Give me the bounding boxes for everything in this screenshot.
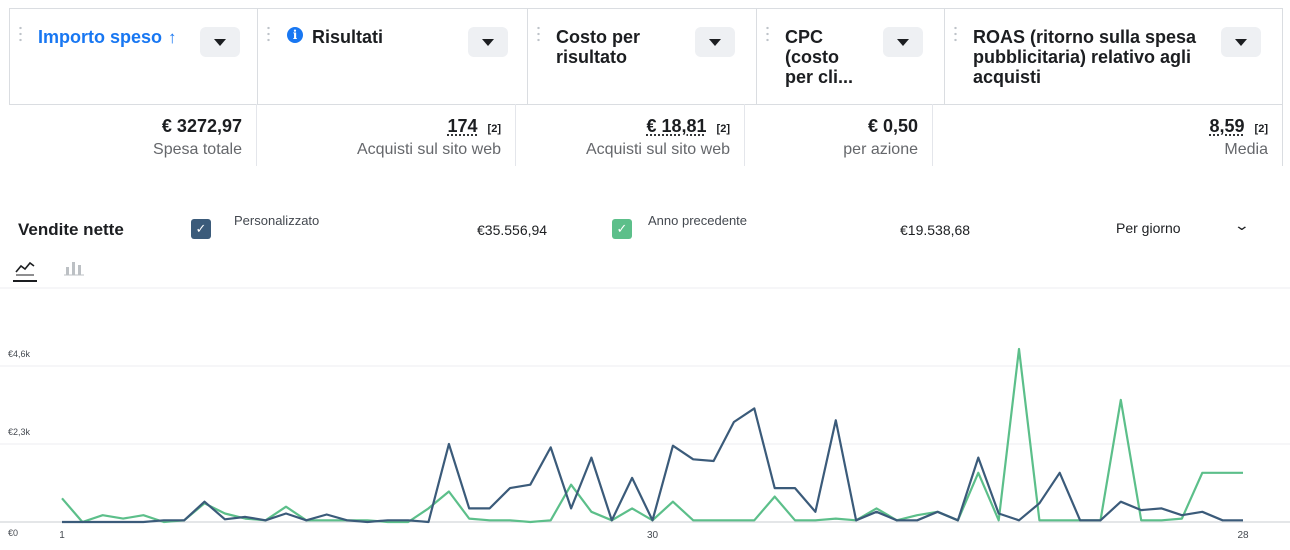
drag-handle-icon[interactable]	[766, 25, 769, 43]
footnote-marker[interactable]: [2]	[488, 123, 501, 135]
metric-subtitle: per azione	[843, 141, 918, 158]
column-label: Risultati	[312, 27, 384, 47]
series-line-personalizzato[interactable]	[62, 407, 1243, 524]
series-checkbox-anno-precedente[interactable]: ✓	[612, 219, 632, 239]
metric-value[interactable]: € 18,81	[646, 116, 706, 136]
column-label: CPC (costo per cli...	[785, 27, 854, 87]
column-dropdown-button[interactable]	[883, 27, 923, 57]
x-tick-label: 28	[1237, 530, 1249, 541]
summary-cell-risultati: 174 [2] Acquisti sul sito web	[257, 104, 516, 166]
drag-handle-icon[interactable]	[19, 25, 22, 43]
summary-cell-costo-per-risultato: € 18,81 [2] Acquisti sul sito web	[516, 104, 745, 166]
column-header-cpc[interactable]: CPC (costo per cli...	[756, 9, 944, 104]
column-label: Costo per risultato	[556, 27, 641, 67]
metrics-header-row: Importo speso ↑ i Risultati Costo per ri…	[9, 8, 1283, 105]
column-header-importo-speso[interactable]: Importo speso ↑	[9, 9, 257, 104]
footnote-marker[interactable]: [2]	[1255, 123, 1268, 135]
series-name: Personalizzato	[234, 213, 320, 228]
bar-chart-icon[interactable]	[62, 258, 86, 280]
arrow-up-icon[interactable]: ↑	[168, 28, 177, 48]
metric-subtitle: Spesa totale	[153, 141, 242, 158]
chevron-down-icon[interactable]: ⌄	[1234, 217, 1250, 234]
info-icon[interactable]: i	[287, 27, 303, 43]
series-line-anno-precedente[interactable]	[61, 347, 1243, 524]
x-tick-label: 30	[647, 530, 659, 541]
column-dropdown-button[interactable]	[200, 27, 240, 57]
column-label: ROAS (ritorno sulla spesa pubblicitaria)…	[973, 27, 1197, 87]
metric-subtitle: Acquisti sul sito web	[585, 141, 730, 158]
metrics-summary-row: € 3272,97 Spesa totale 174 [2] Acquisti s…	[9, 104, 1283, 166]
chart-title: Vendite nette	[18, 220, 124, 239]
metric-subtitle: Acquisti sul sito web	[356, 141, 501, 158]
y-tick-label: €4,6k	[8, 349, 31, 359]
y-tick-label: €0	[8, 528, 18, 538]
line-chart-icon[interactable]	[13, 258, 37, 282]
drag-handle-icon[interactable]	[537, 25, 540, 43]
metric-subtitle: Media	[1224, 141, 1268, 158]
metric-value[interactable]: 174	[448, 116, 478, 136]
column-dropdown-button[interactable]	[468, 27, 508, 57]
series-name: Anno precedente	[648, 213, 748, 228]
y-tick-label: €6,9k	[8, 280, 31, 281]
period-selector[interactable]: Per giorno	[1116, 220, 1181, 236]
series-checkbox-personalizzato[interactable]: ✓	[191, 219, 211, 239]
drag-handle-icon[interactable]	[267, 25, 270, 43]
column-dropdown-button[interactable]	[1221, 27, 1261, 57]
net-sales-line-chart: €0 €2,3k €4,6k €6,9k 1 30 28	[0, 280, 1290, 541]
summary-cell-importo-speso: € 3272,97 Spesa totale	[9, 104, 257, 166]
footnote-marker[interactable]: [2]	[717, 123, 730, 135]
column-label: Importo speso	[38, 27, 163, 47]
column-header-costo-per-risultato[interactable]: Costo per risultato	[527, 9, 756, 104]
drag-handle-icon[interactable]	[954, 25, 957, 43]
column-header-roas[interactable]: ROAS (ritorno sulla spesa pubblicitaria)…	[944, 9, 1283, 104]
x-tick-label: 1	[59, 530, 65, 541]
y-tick-label: €2,3k	[8, 427, 31, 437]
series-total: €19.538,68	[900, 222, 971, 238]
summary-cell-cpc: € 0,50 per azione	[745, 104, 933, 166]
metric-value: € 3272,97	[161, 116, 242, 136]
column-header-risultati[interactable]: i Risultati	[257, 9, 527, 104]
series-total: €35.556,94	[477, 222, 548, 238]
chart-header: Vendite nette ✓ Personalizzato €35.556,9…	[0, 205, 1290, 245]
column-dropdown-button[interactable]	[695, 27, 735, 57]
summary-cell-roas: 8,59 [2] Media	[933, 104, 1283, 166]
metric-value[interactable]: 8,59	[1210, 116, 1245, 136]
metric-value: € 0,50	[867, 116, 918, 136]
